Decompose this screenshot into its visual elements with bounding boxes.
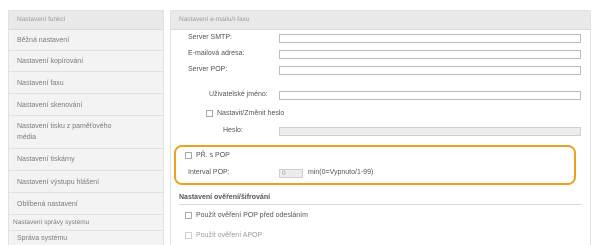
pop-before-send-label: Použít ověření POP před odesláním	[196, 212, 308, 219]
sidebar-item-report-output[interactable]: Nastavení výstupu hlášení	[17, 177, 157, 188]
sidebar-item-copy[interactable]: Nastavení kopírování	[17, 56, 157, 67]
sidebar-heading: Nastavení funkcí	[9, 11, 163, 30]
sidebar-item-common[interactable]: Běžná nastavení	[17, 35, 157, 46]
sidebar-item-fax[interactable]: Nastavení faxu	[17, 78, 157, 89]
smtp-server-label: Server SMTP:	[188, 34, 232, 41]
username-label: Uživatelské jméno:	[209, 91, 268, 98]
smtp-server-input[interactable]	[279, 34, 581, 43]
sidebar-item-system-management[interactable]: Správa systému	[17, 233, 157, 244]
pop-server-input[interactable]	[279, 66, 581, 75]
username-input[interactable]	[279, 91, 581, 100]
apop-label: Použít ověření APOP	[196, 232, 263, 239]
email-address-label: E-mailová adresa:	[188, 50, 245, 57]
divider	[9, 50, 163, 51]
password-label: Heslo:	[223, 127, 243, 134]
pop-before-send-checkbox[interactable]	[185, 212, 192, 219]
pop-server-label: Server POP:	[188, 66, 228, 73]
email-address-input[interactable]	[279, 50, 581, 59]
sidebar-item-label: média	[17, 134, 37, 141]
divider	[9, 115, 163, 116]
page-title: Nastavení e-mailu/I-faxu	[171, 11, 590, 30]
set-password-checkbox[interactable]	[206, 110, 213, 117]
divider	[9, 192, 163, 193]
password-input[interactable]	[279, 127, 581, 136]
divider	[9, 71, 163, 72]
divider	[9, 170, 163, 171]
sidebar-item-label: Nastavení tisku z paměťového	[17, 123, 112, 130]
highlight-frame	[174, 145, 576, 185]
auth-encryption-heading: Nastavení ověření/šifrování	[179, 192, 582, 205]
sidebar-item-favorites[interactable]: Oblíbená nastavení	[17, 199, 157, 210]
settings-panel: Nastavení e-mailu/I-faxu Server SMTP: E-…	[170, 10, 591, 245]
sidebar-item-scan[interactable]: Nastavení skenování	[17, 100, 157, 111]
sidebar: Nastavení funkcí Běžná nastavení Nastave…	[8, 10, 164, 245]
apop-checkbox[interactable]	[185, 232, 192, 239]
set-password-label: Nastavit/Změnit heslo	[217, 110, 285, 117]
sidebar-item-media-print[interactable]: Nastavení tisku z paměťového média	[17, 121, 157, 143]
sidebar-item-printer[interactable]: Nastavení tiskárny	[17, 154, 157, 165]
divider	[9, 93, 163, 94]
divider	[9, 230, 163, 231]
divider	[9, 148, 163, 149]
sidebar-group-system-management[interactable]: Nastavení správy systému	[9, 217, 163, 228]
divider	[9, 214, 163, 215]
